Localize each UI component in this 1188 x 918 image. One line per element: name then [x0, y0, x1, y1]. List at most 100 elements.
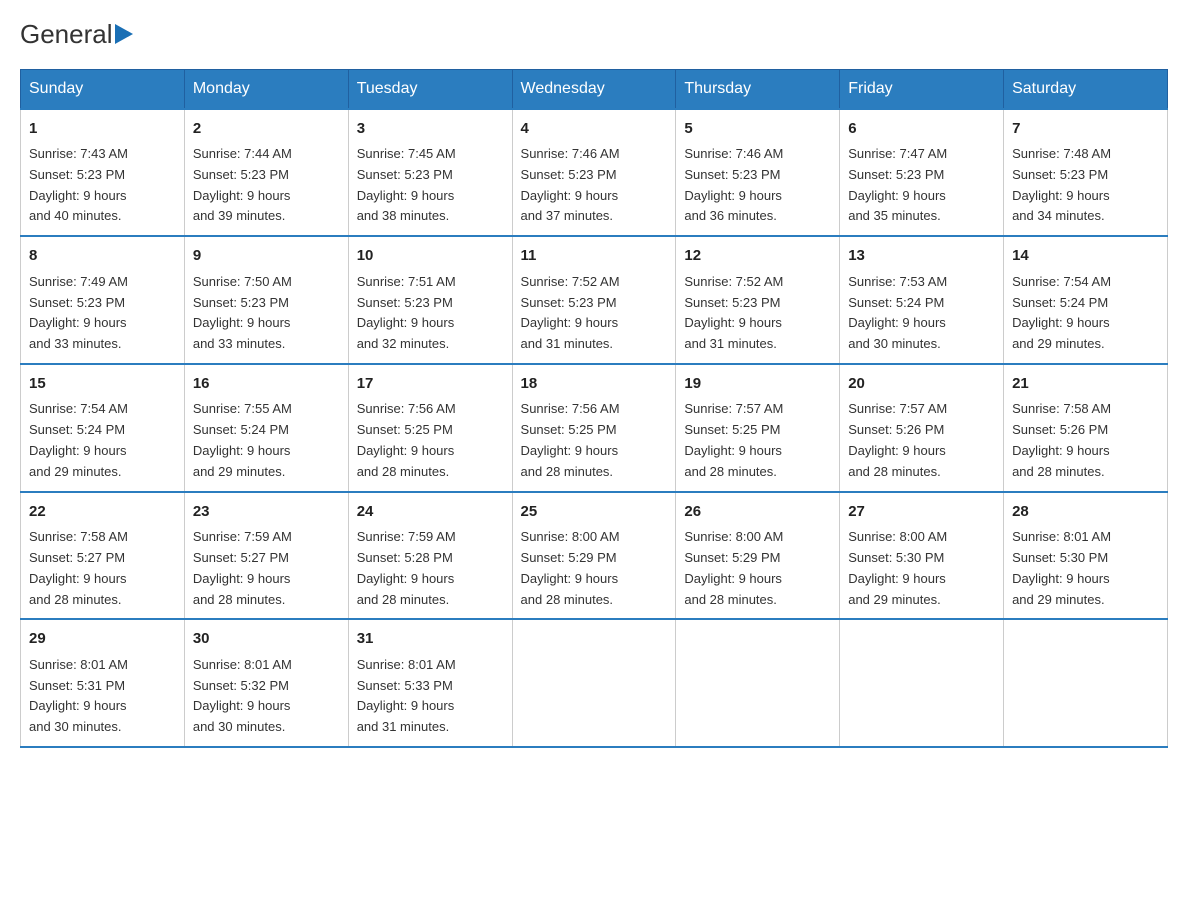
day-info: Sunrise: 7:56 AM Sunset: 5:25 PM Dayligh… [521, 399, 668, 482]
day-number: 13 [848, 245, 995, 268]
day-number: 20 [848, 373, 995, 396]
column-header-friday: Friday [840, 69, 1004, 109]
day-info: Sunrise: 7:57 AM Sunset: 5:25 PM Dayligh… [684, 399, 831, 482]
day-number: 29 [29, 628, 176, 651]
calendar-cell: 18 Sunrise: 7:56 AM Sunset: 5:25 PM Dayl… [512, 364, 676, 492]
day-number: 5 [684, 118, 831, 141]
day-info: Sunrise: 7:51 AM Sunset: 5:23 PM Dayligh… [357, 272, 504, 355]
day-info: Sunrise: 7:55 AM Sunset: 5:24 PM Dayligh… [193, 399, 340, 482]
day-info: Sunrise: 7:50 AM Sunset: 5:23 PM Dayligh… [193, 272, 340, 355]
calendar-cell [1004, 619, 1168, 747]
day-number: 27 [848, 501, 995, 524]
day-info: Sunrise: 7:59 AM Sunset: 5:27 PM Dayligh… [193, 527, 340, 610]
day-info: Sunrise: 7:45 AM Sunset: 5:23 PM Dayligh… [357, 144, 504, 227]
day-number: 7 [1012, 118, 1159, 141]
calendar-cell [676, 619, 840, 747]
day-number: 30 [193, 628, 340, 651]
calendar-cell: 29 Sunrise: 8:01 AM Sunset: 5:31 PM Dayl… [21, 619, 185, 747]
calendar-cell: 22 Sunrise: 7:58 AM Sunset: 5:27 PM Dayl… [21, 492, 185, 620]
calendar-cell: 19 Sunrise: 7:57 AM Sunset: 5:25 PM Dayl… [676, 364, 840, 492]
day-info: Sunrise: 7:46 AM Sunset: 5:23 PM Dayligh… [684, 144, 831, 227]
calendar-cell: 28 Sunrise: 8:01 AM Sunset: 5:30 PM Dayl… [1004, 492, 1168, 620]
day-number: 1 [29, 118, 176, 141]
day-info: Sunrise: 8:00 AM Sunset: 5:29 PM Dayligh… [684, 527, 831, 610]
day-number: 15 [29, 373, 176, 396]
day-info: Sunrise: 7:44 AM Sunset: 5:23 PM Dayligh… [193, 144, 340, 227]
day-number: 28 [1012, 501, 1159, 524]
day-number: 25 [521, 501, 668, 524]
calendar-cell: 13 Sunrise: 7:53 AM Sunset: 5:24 PM Dayl… [840, 236, 1004, 364]
calendar-week-4: 22 Sunrise: 7:58 AM Sunset: 5:27 PM Dayl… [21, 492, 1168, 620]
calendar-cell: 24 Sunrise: 7:59 AM Sunset: 5:28 PM Dayl… [348, 492, 512, 620]
day-info: Sunrise: 7:49 AM Sunset: 5:23 PM Dayligh… [29, 272, 176, 355]
calendar-cell: 12 Sunrise: 7:52 AM Sunset: 5:23 PM Dayl… [676, 236, 840, 364]
day-number: 3 [357, 118, 504, 141]
day-number: 9 [193, 245, 340, 268]
day-number: 24 [357, 501, 504, 524]
calendar-cell: 3 Sunrise: 7:45 AM Sunset: 5:23 PM Dayli… [348, 109, 512, 237]
logo: General [20, 20, 135, 49]
calendar-cell: 11 Sunrise: 7:52 AM Sunset: 5:23 PM Dayl… [512, 236, 676, 364]
day-info: Sunrise: 8:01 AM Sunset: 5:31 PM Dayligh… [29, 655, 176, 738]
calendar-cell: 5 Sunrise: 7:46 AM Sunset: 5:23 PM Dayli… [676, 109, 840, 237]
day-info: Sunrise: 8:01 AM Sunset: 5:33 PM Dayligh… [357, 655, 504, 738]
calendar-cell: 9 Sunrise: 7:50 AM Sunset: 5:23 PM Dayli… [184, 236, 348, 364]
calendar-cell: 27 Sunrise: 8:00 AM Sunset: 5:30 PM Dayl… [840, 492, 1004, 620]
day-info: Sunrise: 7:57 AM Sunset: 5:26 PM Dayligh… [848, 399, 995, 482]
day-info: Sunrise: 7:58 AM Sunset: 5:27 PM Dayligh… [29, 527, 176, 610]
day-number: 6 [848, 118, 995, 141]
calendar-cell: 10 Sunrise: 7:51 AM Sunset: 5:23 PM Dayl… [348, 236, 512, 364]
calendar-week-5: 29 Sunrise: 8:01 AM Sunset: 5:31 PM Dayl… [21, 619, 1168, 747]
column-header-thursday: Thursday [676, 69, 840, 109]
column-header-sunday: Sunday [21, 69, 185, 109]
day-number: 2 [193, 118, 340, 141]
calendar-cell: 2 Sunrise: 7:44 AM Sunset: 5:23 PM Dayli… [184, 109, 348, 237]
calendar-cell: 25 Sunrise: 8:00 AM Sunset: 5:29 PM Dayl… [512, 492, 676, 620]
calendar-cell: 14 Sunrise: 7:54 AM Sunset: 5:24 PM Dayl… [1004, 236, 1168, 364]
day-info: Sunrise: 7:58 AM Sunset: 5:26 PM Dayligh… [1012, 399, 1159, 482]
calendar-cell: 1 Sunrise: 7:43 AM Sunset: 5:23 PM Dayli… [21, 109, 185, 237]
calendar-cell: 15 Sunrise: 7:54 AM Sunset: 5:24 PM Dayl… [21, 364, 185, 492]
page-header: General [20, 20, 1168, 49]
day-number: 4 [521, 118, 668, 141]
logo-general-text: General [20, 20, 113, 49]
day-number: 14 [1012, 245, 1159, 268]
day-info: Sunrise: 7:48 AM Sunset: 5:23 PM Dayligh… [1012, 144, 1159, 227]
calendar-cell: 21 Sunrise: 7:58 AM Sunset: 5:26 PM Dayl… [1004, 364, 1168, 492]
calendar-week-3: 15 Sunrise: 7:54 AM Sunset: 5:24 PM Dayl… [21, 364, 1168, 492]
day-number: 22 [29, 501, 176, 524]
day-number: 17 [357, 373, 504, 396]
day-info: Sunrise: 7:43 AM Sunset: 5:23 PM Dayligh… [29, 144, 176, 227]
calendar-cell: 4 Sunrise: 7:46 AM Sunset: 5:23 PM Dayli… [512, 109, 676, 237]
day-info: Sunrise: 7:52 AM Sunset: 5:23 PM Dayligh… [684, 272, 831, 355]
day-info: Sunrise: 7:54 AM Sunset: 5:24 PM Dayligh… [29, 399, 176, 482]
calendar-cell: 7 Sunrise: 7:48 AM Sunset: 5:23 PM Dayli… [1004, 109, 1168, 237]
column-header-tuesday: Tuesday [348, 69, 512, 109]
calendar-cell: 20 Sunrise: 7:57 AM Sunset: 5:26 PM Dayl… [840, 364, 1004, 492]
day-info: Sunrise: 7:46 AM Sunset: 5:23 PM Dayligh… [521, 144, 668, 227]
day-number: 26 [684, 501, 831, 524]
day-info: Sunrise: 7:53 AM Sunset: 5:24 PM Dayligh… [848, 272, 995, 355]
calendar-cell: 16 Sunrise: 7:55 AM Sunset: 5:24 PM Dayl… [184, 364, 348, 492]
day-info: Sunrise: 8:00 AM Sunset: 5:30 PM Dayligh… [848, 527, 995, 610]
day-number: 10 [357, 245, 504, 268]
calendar-cell [512, 619, 676, 747]
column-header-saturday: Saturday [1004, 69, 1168, 109]
day-number: 18 [521, 373, 668, 396]
calendar-week-2: 8 Sunrise: 7:49 AM Sunset: 5:23 PM Dayli… [21, 236, 1168, 364]
day-info: Sunrise: 7:54 AM Sunset: 5:24 PM Dayligh… [1012, 272, 1159, 355]
day-info: Sunrise: 7:59 AM Sunset: 5:28 PM Dayligh… [357, 527, 504, 610]
calendar-cell [840, 619, 1004, 747]
day-info: Sunrise: 7:52 AM Sunset: 5:23 PM Dayligh… [521, 272, 668, 355]
day-number: 31 [357, 628, 504, 651]
day-number: 16 [193, 373, 340, 396]
day-number: 8 [29, 245, 176, 268]
day-info: Sunrise: 7:56 AM Sunset: 5:25 PM Dayligh… [357, 399, 504, 482]
calendar-cell: 6 Sunrise: 7:47 AM Sunset: 5:23 PM Dayli… [840, 109, 1004, 237]
calendar-cell: 17 Sunrise: 7:56 AM Sunset: 5:25 PM Dayl… [348, 364, 512, 492]
calendar-week-1: 1 Sunrise: 7:43 AM Sunset: 5:23 PM Dayli… [21, 109, 1168, 237]
column-header-wednesday: Wednesday [512, 69, 676, 109]
calendar-cell: 30 Sunrise: 8:01 AM Sunset: 5:32 PM Dayl… [184, 619, 348, 747]
day-number: 11 [521, 245, 668, 268]
day-number: 19 [684, 373, 831, 396]
